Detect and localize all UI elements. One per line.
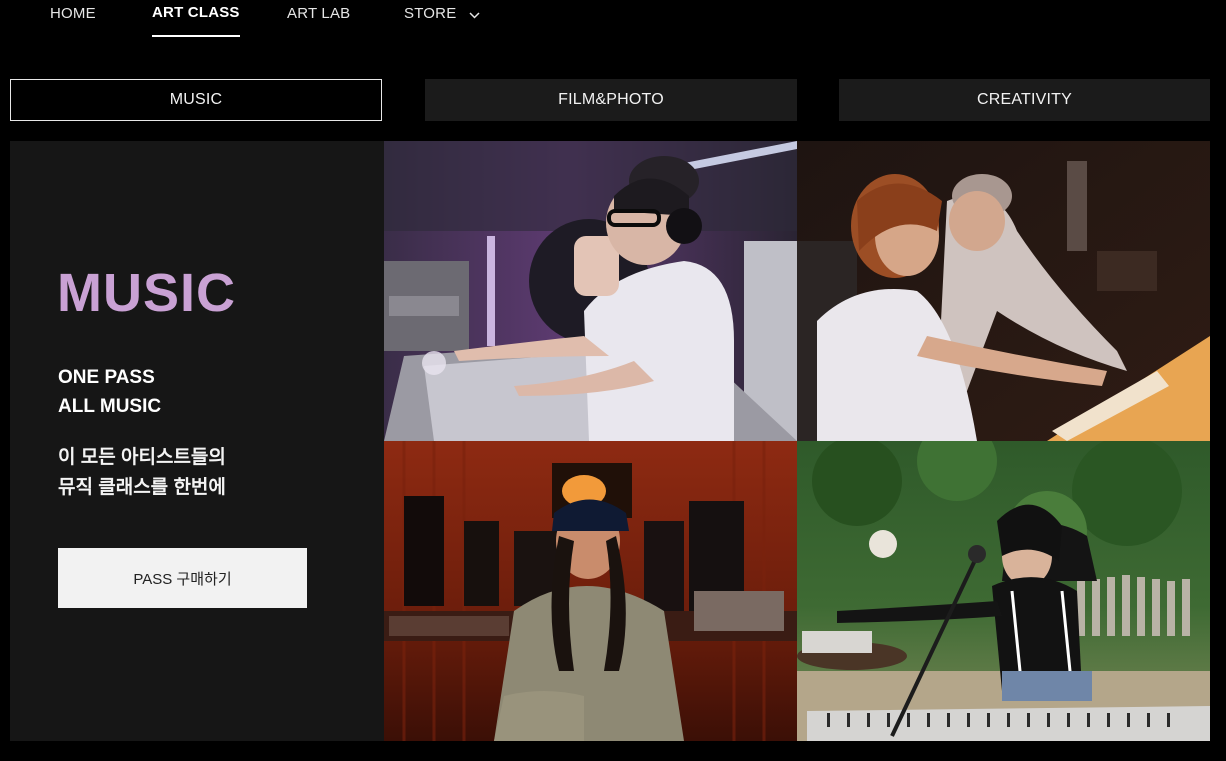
promo-description-line1: 이 모든 아티스트들의 [58,447,226,468]
tab-film-photo[interactable]: FILM&PHOTO [425,79,797,121]
promo-subtitle-line2: ALL MUSIC [58,396,162,417]
nav-art-lab[interactable]: ART LAB [287,5,350,22]
tab-creativity-label: CREATIVITY [976,91,1073,108]
page-edge [1212,0,1226,761]
nav-art-class[interactable]: ART CLASS [152,4,240,37]
tab-music-label: MUSIC [169,91,223,108]
pass-purchase-button[interactable]: PASS 구매하기 [58,548,307,608]
nav-home-label: HOME [50,5,96,22]
artist-photo-studio-red[interactable] [384,441,797,741]
chevron-down-icon [469,6,480,23]
tab-creativity[interactable]: CREATIVITY [839,79,1210,121]
tab-music[interactable]: MUSIC [10,79,382,121]
artist-photo-piano[interactable] [797,141,1210,441]
promo-title: MUSIC [57,263,236,323]
nav-art-lab-label: ART LAB [287,5,351,22]
promo-description-line2: 뮤직 클래스를 한번에 [58,477,226,498]
top-nav: HOME ART CLASS ART LAB STORE [0,0,1226,40]
nav-active-underline [152,35,240,37]
page: HOME ART CLASS ART LAB STORE MUSIC FILM&… [0,0,1226,761]
promo-description: 이 모든 아티스트들의 뮤직 클래스를 한번에 [58,443,226,503]
nav-art-class-label: ART CLASS [152,4,240,21]
promo-subtitle-line1: ONE PASS [58,367,155,388]
nav-store[interactable]: STORE [404,5,480,23]
nav-home[interactable]: HOME [50,5,96,22]
artist-photo-studio-purple[interactable] [384,141,797,441]
artist-photo-outdoor[interactable] [797,441,1210,741]
tab-film-photo-label: FILM&PHOTO [558,91,664,108]
promo-panel: MUSIC ONE PASS ALL MUSIC 이 모든 아티스트들의 뮤직 … [10,141,384,741]
nav-store-label: STORE [404,5,457,22]
promo-subtitle: ONE PASS ALL MUSIC [58,363,161,421]
